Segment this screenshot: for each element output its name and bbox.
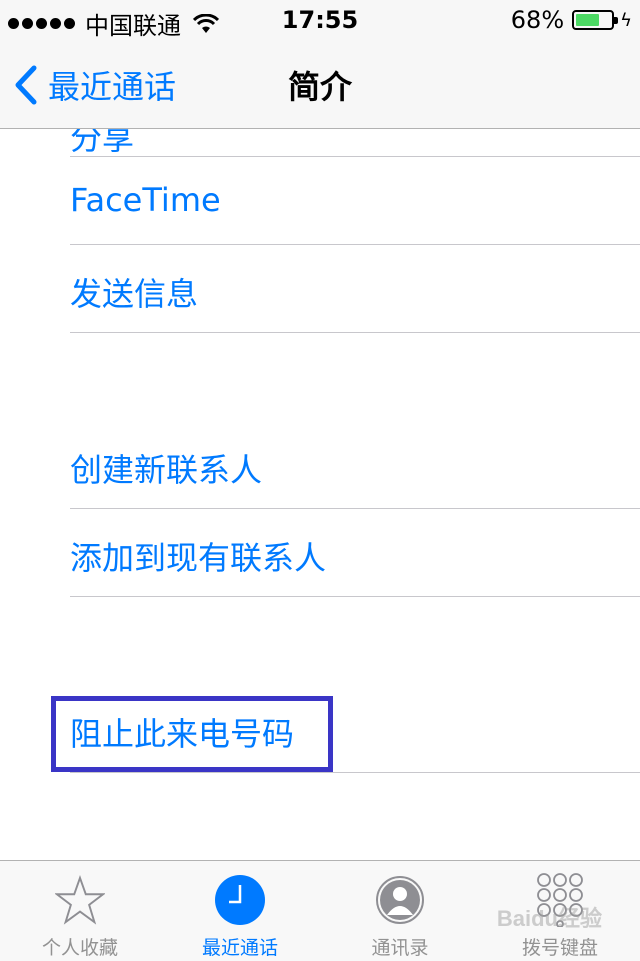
charging-bolt-icon: ϟ <box>620 9 632 31</box>
page-title: 简介 <box>287 68 352 106</box>
tab-label: 个人收藏 <box>41 937 118 959</box>
status-right: 68% ϟ <box>511 6 632 34</box>
highlight-box <box>51 696 333 772</box>
contact-icon <box>375 875 425 925</box>
battery-percent: 68% <box>510 6 565 34</box>
list-item-facetime[interactable]: FaceTime <box>70 157 640 245</box>
send-message-label: 发送信息 <box>70 275 199 313</box>
contact-info-list: 分享 FaceTime 发送信息 创建新联系人 添加到现有联系人 阻止此来电号码 <box>0 129 640 860</box>
tab-label: 通讯录 <box>371 937 429 959</box>
navigation-bar: 最近通话 简介 <box>0 40 640 129</box>
status-bar: 中国联通 17:55 68% ϟ <box>0 0 640 40</box>
facetime-label: FaceTime <box>70 181 221 219</box>
create-contact-label: 创建新联系人 <box>70 451 263 489</box>
add-to-existing-label: 添加到现有联系人 <box>70 539 327 577</box>
tab-recents[interactable]: 最近通话 <box>160 861 320 961</box>
list-item-create-contact[interactable]: 创建新联系人 <box>70 421 640 509</box>
clock-icon <box>215 875 265 925</box>
tab-label: 最近通话 <box>201 937 278 959</box>
share-label: 分享 <box>70 129 135 157</box>
tab-contacts[interactable]: 通讯录 <box>320 861 480 961</box>
tab-favorites[interactable]: 个人收藏 <box>0 861 160 961</box>
tab-bar: 个人收藏 最近通话 通讯录 拨号键盘 Baidu经验 <box>0 860 640 961</box>
list-item-share[interactable]: 分享 <box>70 129 640 157</box>
list-item-send-message[interactable]: 发送信息 <box>70 245 640 333</box>
battery-fill <box>576 14 600 26</box>
battery-icon <box>572 10 619 30</box>
star-icon <box>55 875 105 925</box>
watermark-logo: Baidu经验 <box>496 906 602 931</box>
tab-label: 拨号键盘 <box>521 937 598 959</box>
list-item-add-to-existing[interactable]: 添加到现有联系人 <box>70 509 640 597</box>
